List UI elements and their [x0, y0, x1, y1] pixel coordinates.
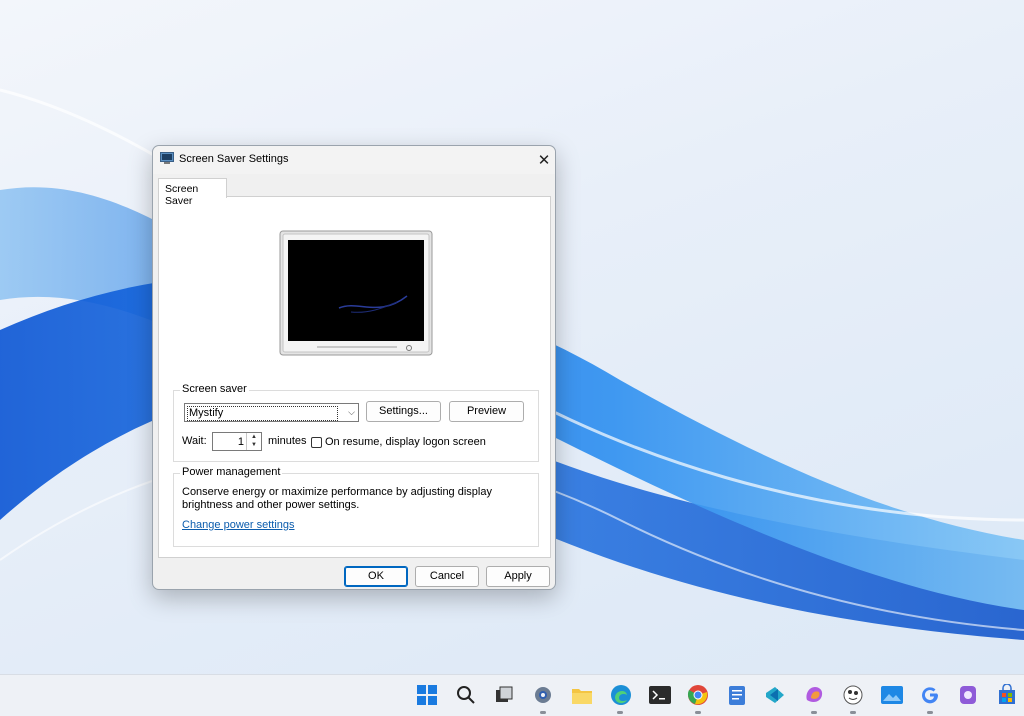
- stepper-up-icon[interactable]: ▲: [247, 433, 261, 441]
- taskbar: [0, 674, 1024, 716]
- app-icon[interactable]: [956, 683, 980, 707]
- ok-button[interactable]: OK: [344, 566, 408, 587]
- screen-saver-app-icon: [160, 152, 174, 164]
- store-icon[interactable]: [995, 683, 1019, 707]
- power-management-group: Power management Conserve energy or maxi…: [173, 466, 539, 547]
- close-icon: ✕: [537, 152, 551, 169]
- running-indicator: [540, 711, 546, 714]
- running-indicator: [811, 711, 817, 714]
- stepper-down-icon[interactable]: ▼: [247, 441, 261, 449]
- start-icon[interactable]: [415, 683, 439, 707]
- task-view-icon[interactable]: [492, 683, 516, 707]
- google-icon[interactable]: [918, 683, 942, 707]
- stepper-buttons[interactable]: ▲ ▼: [246, 433, 261, 450]
- resume-logon-label[interactable]: On resume, display logon screen: [325, 436, 486, 448]
- cancel-button[interactable]: Cancel: [415, 566, 479, 587]
- screen-saver-group: Screen saver Mystify ⌵ Settings... Previ…: [173, 383, 539, 462]
- window-title: Screen Saver Settings: [179, 153, 289, 165]
- minutes-label: minutes: [268, 435, 307, 447]
- screen-saver-dropdown[interactable]: Mystify ⌵: [184, 403, 359, 422]
- wait-minutes-stepper[interactable]: 1 ▲ ▼: [212, 432, 262, 451]
- vscode-icon[interactable]: [763, 683, 787, 707]
- screen-saver-selected: Mystify: [187, 406, 338, 421]
- search-icon[interactable]: [454, 683, 478, 707]
- terminal-icon[interactable]: [648, 683, 672, 707]
- apply-button[interactable]: Apply: [486, 566, 550, 587]
- copilot-icon[interactable]: [802, 683, 826, 707]
- edge-icon[interactable]: [609, 683, 633, 707]
- running-indicator: [617, 711, 623, 714]
- paint-icon[interactable]: [841, 683, 865, 707]
- settings-button[interactable]: Settings...: [366, 401, 441, 422]
- chevron-down-icon: ⌵: [348, 407, 355, 417]
- preview-button[interactable]: Preview: [449, 401, 524, 422]
- screen-saver-legend: Screen saver: [180, 383, 249, 395]
- chrome-icon[interactable]: [686, 683, 710, 707]
- monitor-preview: [279, 230, 433, 356]
- settings-icon[interactable]: [531, 683, 555, 707]
- running-indicator: [850, 711, 856, 714]
- running-indicator: [927, 711, 933, 714]
- wait-minutes-value: 1: [237, 436, 244, 448]
- running-indicator: [695, 711, 701, 714]
- resume-logon-checkbox[interactable]: [311, 437, 322, 448]
- notepad-icon[interactable]: [725, 683, 749, 707]
- title-bar[interactable]: Screen Saver Settings ✕: [153, 146, 555, 174]
- close-button[interactable]: ✕: [533, 149, 555, 171]
- power-description: Conserve energy or maximize performance …: [182, 486, 492, 511]
- change-power-settings-link[interactable]: Change power settings: [182, 519, 295, 531]
- tab-panel: Screen saver Mystify ⌵ Settings... Previ…: [158, 196, 551, 558]
- file-explorer-icon[interactable]: [570, 683, 594, 707]
- photos-icon[interactable]: [880, 683, 904, 707]
- screen-saver-dialog: Screen Saver Settings ✕ Screen Saver Scr…: [152, 145, 556, 590]
- tab-screen-saver[interactable]: Screen Saver: [158, 178, 227, 207]
- power-management-legend: Power management: [180, 466, 283, 478]
- wait-label: Wait:: [182, 435, 207, 447]
